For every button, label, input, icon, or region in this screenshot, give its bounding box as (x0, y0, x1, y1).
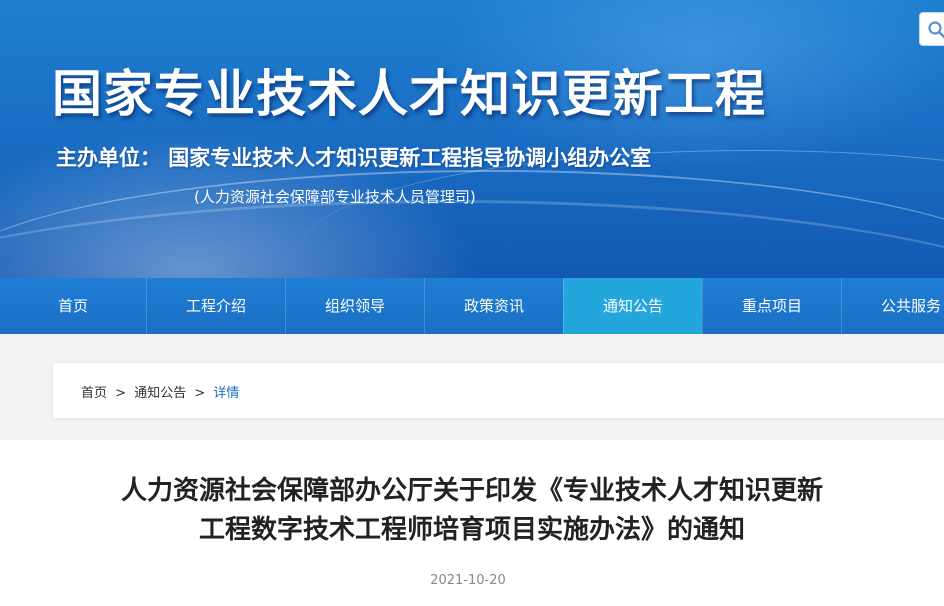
site-banner: 国家专业技术人才知识更新工程 主办单位： 国家专业技术人才知识更新工程指导协调小… (0, 0, 944, 278)
breadcrumb-separator: > (194, 386, 206, 401)
breadcrumb-home-link[interactable]: 首页 (81, 386, 107, 401)
nav-item-public-services[interactable]: 公共服务 (841, 278, 944, 334)
breadcrumb-notices-link[interactable]: 通知公告 (134, 386, 186, 401)
nav-item-notices[interactable]: 通知公告 (563, 278, 702, 334)
nav-item-policy-news[interactable]: 政策资讯 (424, 278, 563, 334)
publish-date: 2021-10-20 (430, 573, 506, 588)
host-organization: 主办单位： 国家专业技术人才知识更新工程指导协调小组办公室 (56, 146, 652, 170)
search-button[interactable] (919, 12, 944, 46)
breadcrumb-current: 详情 (213, 386, 240, 401)
nav-item-project-intro[interactable]: 工程介绍 (146, 278, 285, 334)
breadcrumb-separator: > (115, 386, 127, 401)
nav-item-key-projects[interactable]: 重点项目 (702, 278, 841, 334)
breadcrumb: 首页 > 通知公告 > 详情 (81, 382, 239, 401)
host-department: (人力资源社会保障部专业技术人员管理司) (194, 188, 476, 206)
main-nav: 首页 工程介绍 组织领导 政策资讯 通知公告 重点项目 公共服务 (0, 278, 944, 334)
article-title-line2: 工程数字技术工程师培育项目实施办法》的通知 (198, 515, 745, 545)
article-title: 人力资源社会保障部办公厅关于印发《专业技术人才知识更新 工程数字技术工程师培育项… (40, 472, 904, 550)
nav-item-leadership[interactable]: 组织领导 (285, 278, 424, 334)
article-title-line1: 人力资源社会保障部办公厅关于印发《专业技术人才知识更新 (120, 476, 823, 506)
article: 人力资源社会保障部办公厅关于印发《专业技术人才知识更新 工程数字技术工程师培育项… (0, 440, 944, 606)
search-icon (928, 21, 944, 39)
breadcrumb-card: 首页 > 通知公告 > 详情 (53, 363, 944, 418)
nav-item-home[interactable]: 首页 (0, 278, 146, 334)
site-title: 国家专业技术人才知识更新工程 (52, 65, 766, 123)
